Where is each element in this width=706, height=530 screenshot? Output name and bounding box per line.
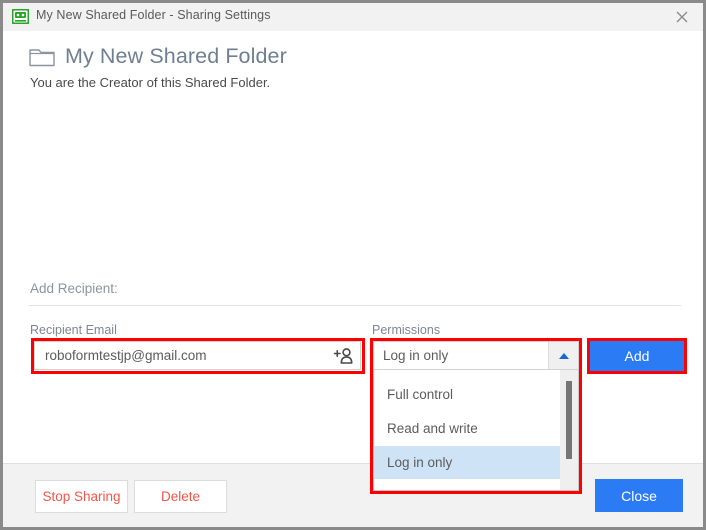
stop-sharing-button[interactable]: Stop Sharing (35, 480, 128, 513)
permissions-select[interactable]: Log in only (373, 341, 579, 370)
close-icon[interactable] (661, 3, 703, 30)
recipient-email-label: Recipient Email (30, 323, 117, 337)
window-title: My New Shared Folder - Sharing Settings (36, 8, 271, 22)
add-recipient-section-label: Add Recipient: (30, 281, 118, 296)
permissions-label: Permissions (372, 323, 441, 337)
dialog-footer: Stop Sharing Delete Close (3, 463, 703, 527)
folder-subtitle: You are the Creator of this Shared Folde… (30, 75, 271, 90)
dialog-body: My New Shared Folder You are the Creator… (3, 31, 703, 527)
section-divider (29, 305, 681, 306)
add-button[interactable]: Add (590, 341, 684, 371)
dropdown-scrollbar-thumb[interactable] (566, 381, 572, 459)
sharing-settings-window: My New Shared Folder - Sharing Settings … (0, 0, 706, 530)
recipient-email-value: roboformtestjp@gmail.com (45, 348, 207, 363)
permissions-option-full-control[interactable]: Full control (374, 378, 562, 411)
delete-button[interactable]: Delete (134, 480, 227, 513)
dropdown-scrollbar[interactable] (560, 370, 578, 490)
permissions-option-log-in-only[interactable]: Log in only (374, 446, 562, 479)
roboform-robot-icon (11, 8, 30, 25)
permissions-dropdown-list[interactable]: Full control Read and write Log in only (373, 370, 579, 491)
folder-header: My New Shared Folder (29, 44, 287, 69)
permissions-selected-value: Log in only (383, 348, 449, 363)
close-button[interactable]: Close (595, 479, 683, 512)
title-bar: My New Shared Folder - Sharing Settings (3, 3, 703, 32)
permissions-options: Full control Read and write Log in only (374, 370, 562, 490)
permissions-option-read-and-write[interactable]: Read and write (374, 412, 562, 445)
add-person-icon[interactable] (333, 347, 354, 365)
recipient-email-input[interactable]: roboformtestjp@gmail.com (34, 341, 361, 370)
page-title: My New Shared Folder (65, 44, 287, 68)
folder-icon (29, 46, 55, 67)
chevron-up-icon[interactable] (548, 342, 578, 369)
